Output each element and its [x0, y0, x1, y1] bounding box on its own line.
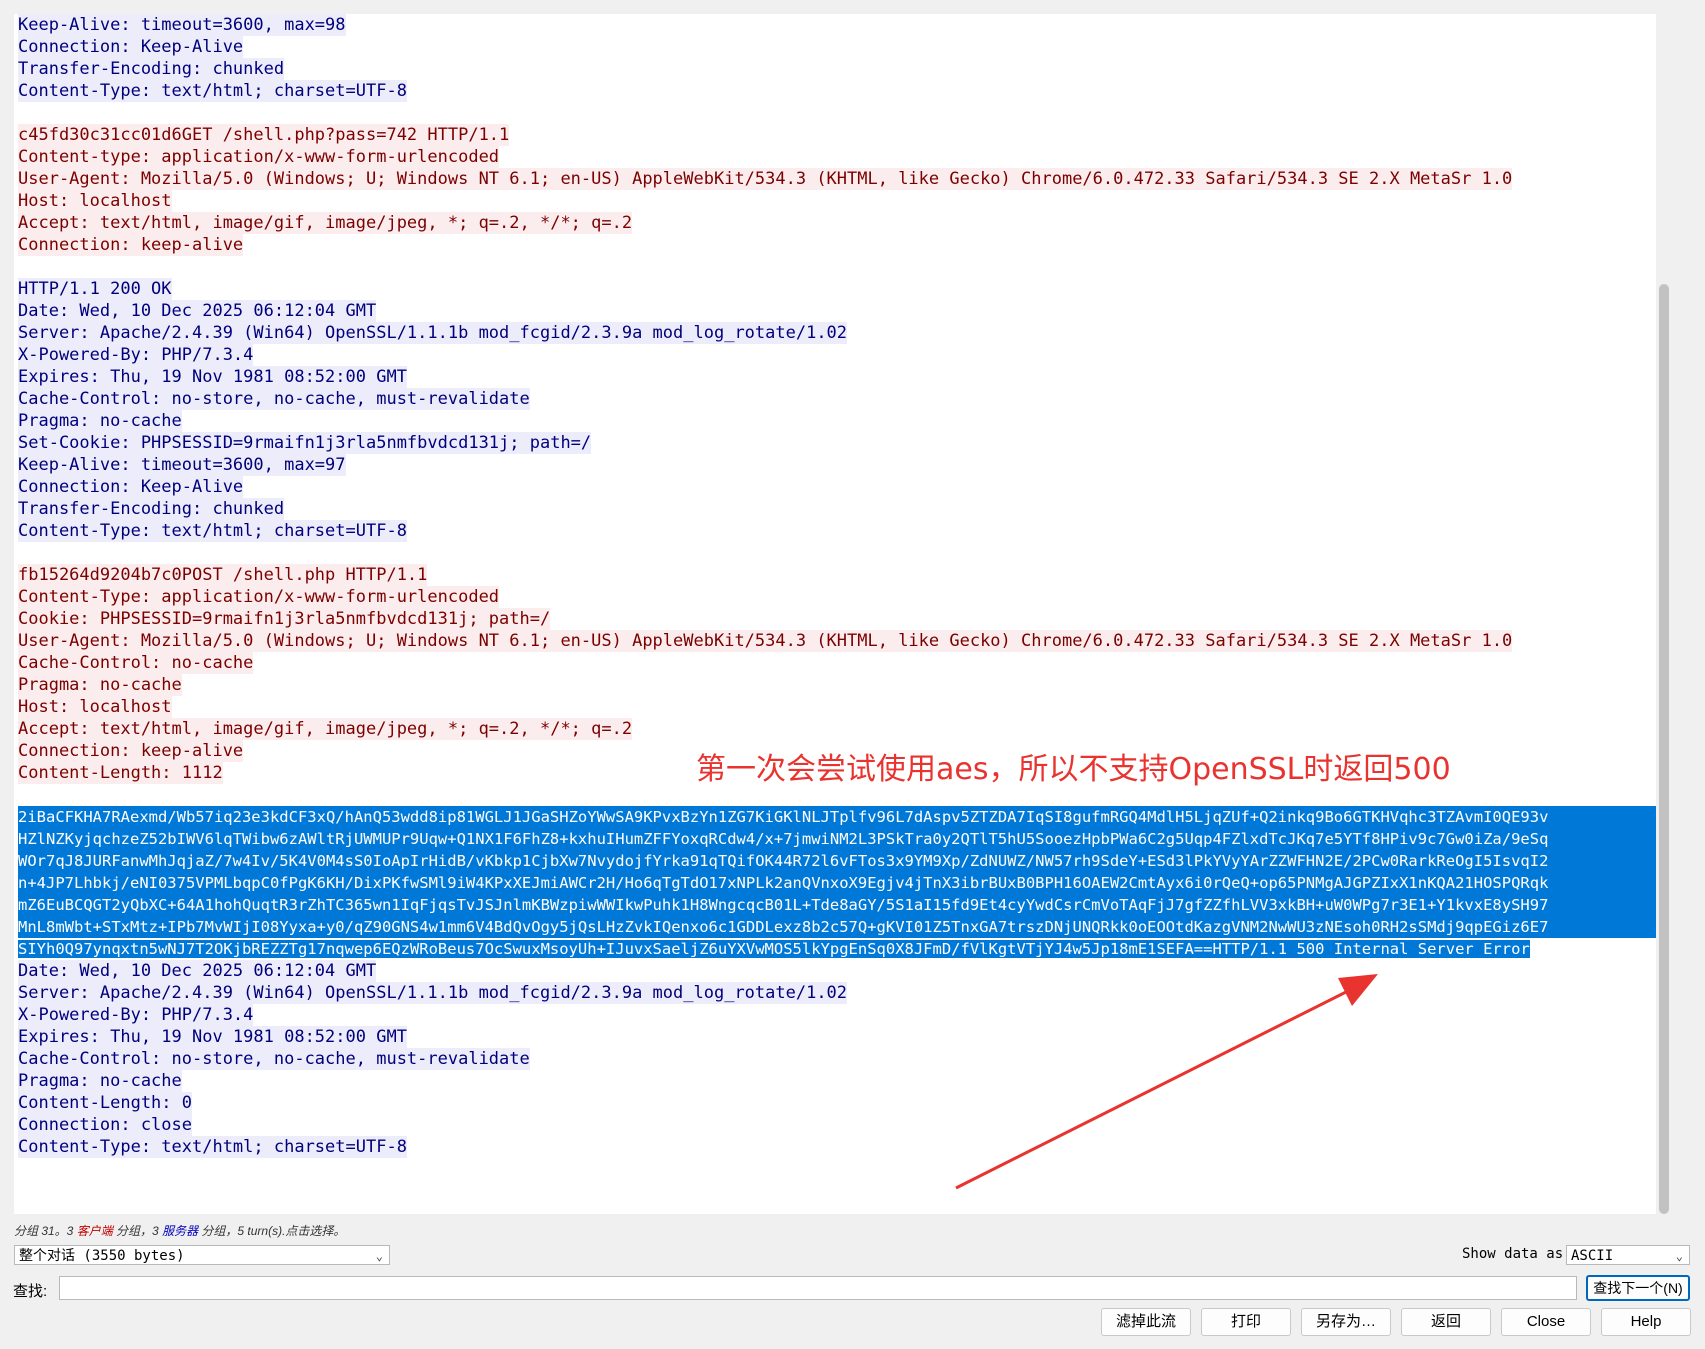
annotation-arrow-icon: [955, 974, 1378, 1190]
help-button[interactable]: Help: [1601, 1308, 1691, 1336]
chevron-down-icon: ⌄: [375, 1249, 383, 1263]
stats-client-link[interactable]: 客户端: [77, 1224, 113, 1238]
conversation-select[interactable]: 整个对话 (3550 bytes) ⌄: [14, 1245, 390, 1265]
stats-suffix: 分组，5 turn(s).点击选择。: [198, 1224, 346, 1238]
stats-mid: 分组，3: [112, 1224, 163, 1238]
show-data-label: Show data as: [1462, 1246, 1564, 1262]
find-next-button[interactable]: 查找下一个(N): [1586, 1275, 1690, 1301]
filter-stream-button[interactable]: 滤掉此流: [1101, 1308, 1191, 1336]
stats-server-link[interactable]: 服务器: [162, 1224, 198, 1238]
print-button[interactable]: 打印: [1201, 1308, 1291, 1336]
find-label: 查找:: [13, 1283, 48, 1300]
packet-stats: 分组 31。3 客户端 分组，3 服务器 分组，5 turn(s).点击选择。: [14, 1222, 345, 1239]
conversation-select-value: 整个对话 (3550 bytes): [19, 1248, 185, 1264]
close-button[interactable]: Close: [1501, 1308, 1591, 1336]
chevron-down-icon: ⌄: [1675, 1249, 1683, 1263]
show-data-value: ASCII: [1571, 1248, 1614, 1264]
back-button[interactable]: 返回: [1401, 1308, 1491, 1336]
find-input[interactable]: [59, 1276, 1577, 1300]
save-as-button[interactable]: 另存为…: [1301, 1308, 1391, 1336]
show-data-select[interactable]: ASCII ⌄: [1566, 1245, 1690, 1265]
stats-prefix: 分组 31。3: [14, 1224, 77, 1238]
